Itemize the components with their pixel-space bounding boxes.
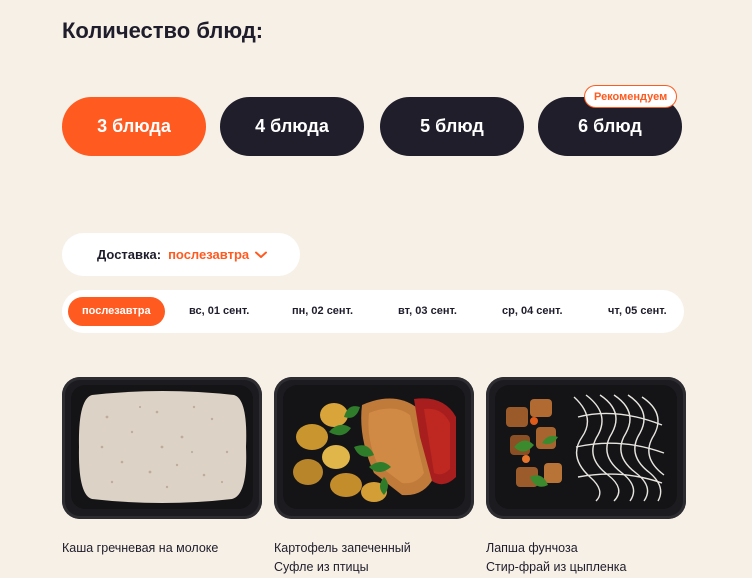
date-option-0[interactable]: послезавтра	[68, 297, 165, 326]
dish-name-line1: Лапша фунчоза	[486, 541, 578, 555]
dish-card[interactable]: Каша гречневая на молоке	[62, 377, 262, 558]
dish-name-line2: Суфле из птицы	[274, 560, 369, 574]
count-option-4[interactable]: 4 блюда	[220, 97, 364, 156]
dish-count-selector: 3 блюда 4 блюда 5 блюд 6 блюд Рекомендуе…	[62, 85, 682, 157]
date-selector: послезавтра вс, 01 сент. пн, 02 сент. вт…	[62, 290, 684, 333]
date-option-3[interactable]: вт, 03 сент.	[398, 297, 457, 326]
dish-card[interactable]: Лапша фунчоза Стир-фрай из цыпленка	[486, 377, 686, 577]
dish-card[interactable]: Картофель запеченный Суфле из птицы	[274, 377, 474, 577]
dish-image	[274, 377, 474, 519]
delivery-selector[interactable]: Доставка: послезавтра	[62, 233, 300, 276]
dish-name-line1: Картофель запеченный	[274, 541, 411, 555]
date-option-1[interactable]: вс, 01 сент.	[189, 297, 249, 326]
dish-name-line1: Каша гречневая на молоке	[62, 541, 219, 555]
delivery-value: послезавтра	[168, 247, 250, 262]
date-option-4[interactable]: ср, 04 сент.	[502, 297, 563, 326]
dish-name-line2: Стир-фрай из цыпленка	[486, 560, 627, 574]
recommended-badge: Рекомендуем	[584, 85, 678, 108]
date-option-2[interactable]: пн, 02 сент.	[292, 297, 353, 326]
count-option-5[interactable]: 5 блюд	[380, 97, 524, 156]
count-option-3[interactable]: 3 блюда	[62, 97, 206, 156]
page-title: Количество блюд:	[62, 18, 264, 43]
dish-image	[486, 377, 686, 519]
delivery-label: Доставка:	[97, 247, 162, 262]
chevron-down-icon	[255, 251, 268, 259]
date-option-5[interactable]: чт, 05 сент.	[608, 297, 667, 326]
dish-image	[62, 377, 262, 519]
